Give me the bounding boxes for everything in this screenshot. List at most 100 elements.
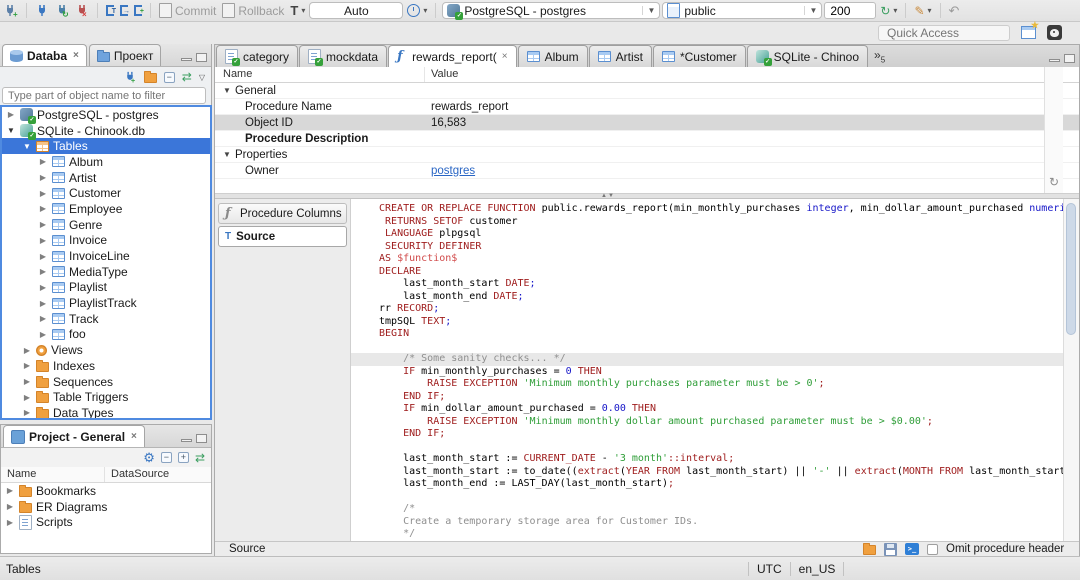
sql-editor-new-button[interactable]: +: [132, 1, 144, 21]
new-connection-icon[interactable]: +: [123, 71, 137, 84]
tree-item-album[interactable]: ▶ Album: [2, 154, 210, 170]
chevron-right-icon[interactable]: ▶: [38, 173, 48, 182]
tree-item-scripts[interactable]: ▶ Scripts: [1, 514, 211, 530]
tab-rewards-report[interactable]: ƒ rewards_report(×: [388, 45, 517, 67]
tab-sqlite-chinook[interactable]: ✓ SQLite - Chinoo: [746, 45, 869, 67]
tree-item-sequences[interactable]: ▶ Sequences: [2, 374, 210, 390]
compare-pen-button[interactable]: ✎ ▾: [912, 1, 933, 21]
console-icon[interactable]: >_: [905, 543, 919, 555]
tree-item-tables[interactable]: ▼ Tables: [2, 138, 210, 155]
chevron-right-icon[interactable]: ▶: [22, 346, 32, 355]
omit-header-checkbox[interactable]: [927, 543, 938, 555]
tree-item-data-types[interactable]: ▶ Data Types: [2, 405, 210, 418]
property-row-procedure-name[interactable]: Procedure Name rewards_report: [215, 99, 1079, 115]
transaction-log-button[interactable]: T ▾: [288, 1, 307, 21]
fetch-size-input[interactable]: [824, 2, 877, 19]
chevron-right-icon[interactable]: ▶: [38, 189, 48, 198]
status-locale[interactable]: en_US: [799, 562, 836, 576]
chevron-down-icon[interactable]: ▼: [22, 142, 32, 151]
link-with-editor-icon[interactable]: ⇄: [195, 451, 205, 465]
chevron-right-icon[interactable]: ▶: [38, 267, 48, 276]
sql-editor-button[interactable]: T: [104, 1, 116, 21]
view-menu-icon[interactable]: ▽: [199, 73, 205, 82]
save-icon[interactable]: [884, 542, 897, 556]
tree-item-track[interactable]: ▶ Track: [2, 311, 210, 327]
chevron-right-icon[interactable]: ▶: [38, 330, 48, 339]
refresh-button[interactable]: ↻ ▾: [878, 1, 899, 21]
tree-item-bookmarks[interactable]: ▶ Bookmarks: [1, 483, 211, 499]
scrollbar-thumb[interactable]: [1066, 203, 1076, 335]
chevron-right-icon[interactable]: ▶: [38, 283, 48, 292]
expand-all-icon[interactable]: +: [177, 452, 189, 463]
link-with-editor-icon[interactable]: ⇄: [182, 70, 192, 84]
tree-item-postgresql[interactable]: ▶ ✓ PostgreSQL - postgres: [2, 107, 210, 125]
collapse-all-icon[interactable]: −: [163, 71, 175, 83]
tree-item-foo[interactable]: ▶ foo: [2, 327, 210, 343]
undo-button[interactable]: ↶: [947, 1, 962, 21]
property-row-properties[interactable]: ▼ Properties: [215, 147, 1079, 163]
chevron-right-icon[interactable]: ▶: [38, 157, 48, 166]
chevron-right-icon[interactable]: ▶: [22, 361, 32, 370]
connection-combo[interactable]: ✓ PostgreSQL - postgres ▼: [442, 2, 661, 20]
minimize-button[interactable]: [181, 439, 192, 442]
maximize-button[interactable]: [196, 53, 207, 62]
transaction-history-button[interactable]: ▾: [405, 1, 429, 21]
collapse-all-icon[interactable]: −: [160, 452, 172, 463]
source-scrollbar[interactable]: [1063, 199, 1079, 541]
new-connection-button[interactable]: +: [2, 1, 20, 21]
tab-overflow-button[interactable]: »5: [868, 48, 889, 67]
owner-link[interactable]: postgres: [431, 165, 475, 177]
chevron-right-icon[interactable]: ▶: [38, 204, 48, 213]
tab-projects[interactable]: Проект: [88, 44, 162, 66]
tree-item-views[interactable]: ▶ Views: [2, 342, 210, 358]
connect-button[interactable]: [33, 1, 51, 21]
maximize-button[interactable]: [1064, 54, 1075, 63]
chevron-right-icon[interactable]: ▶: [38, 220, 48, 229]
gear-icon[interactable]: ⚙: [143, 450, 155, 466]
status-timezone[interactable]: UTC: [757, 562, 782, 576]
tab-album[interactable]: Album: [517, 45, 588, 67]
minimize-button[interactable]: [181, 58, 192, 61]
close-icon[interactable]: ×: [73, 50, 79, 61]
tree-item-sqlite[interactable]: ▼ ✓ SQLite - Chinook.db: [2, 123, 210, 141]
chevron-right-icon[interactable]: ▶: [22, 393, 32, 402]
chevron-down-icon[interactable]: ▼: [6, 126, 16, 135]
tab-source[interactable]: T Source: [218, 226, 347, 247]
chevron-right-icon[interactable]: ▶: [38, 236, 48, 245]
chevron-right-icon[interactable]: ▶: [5, 518, 15, 527]
tree-item-genre[interactable]: ▶ Genre: [2, 217, 210, 233]
open-file-icon[interactable]: [863, 543, 876, 555]
column-name[interactable]: Name: [215, 67, 425, 82]
commit-button[interactable]: Commit: [157, 1, 218, 21]
chevron-down-icon[interactable]: ▼: [223, 86, 231, 95]
rollback-button[interactable]: Rollback: [220, 1, 286, 21]
tab-project-general[interactable]: Project - General ×: [3, 425, 145, 447]
refresh-icon[interactable]: ↻: [1049, 175, 1059, 189]
chevron-down-icon[interactable]: ▼: [223, 150, 231, 159]
database-perspective-button[interactable]: ★: [1021, 21, 1039, 40]
tab-customer[interactable]: *Customer: [652, 45, 746, 67]
tree-item-invoice[interactable]: ▶ Invoice: [2, 233, 210, 249]
minimize-button[interactable]: [1049, 59, 1060, 62]
tree-item-customer[interactable]: ▶ Customer: [2, 185, 210, 201]
chevron-right-icon[interactable]: ▶: [22, 408, 32, 417]
column-datasource[interactable]: DataSource: [105, 467, 169, 482]
footer-source-tab[interactable]: Source: [215, 543, 265, 555]
chevron-right-icon[interactable]: ▶: [5, 486, 15, 495]
quick-access-input[interactable]: [878, 25, 1010, 41]
tree-item-mediatype[interactable]: ▶ MediaType: [2, 264, 210, 280]
tab-database-navigator[interactable]: Databa ×: [2, 44, 87, 66]
reconnect-button[interactable]: ↻: [53, 1, 71, 21]
property-row-owner[interactable]: Owner postgres: [215, 163, 1079, 179]
chevron-right-icon[interactable]: ▶: [5, 502, 15, 511]
tree-item-playlist[interactable]: ▶ Playlist: [2, 280, 210, 296]
close-icon[interactable]: ×: [131, 431, 137, 442]
property-row-general[interactable]: ▼ General: [215, 83, 1079, 99]
close-icon[interactable]: ×: [502, 51, 508, 62]
column-name[interactable]: Name: [1, 467, 105, 482]
sql-source-editor[interactable]: CREATE OR REPLACE FUNCTION public.reward…: [351, 199, 1063, 541]
tab-mockdata[interactable]: ✓ mockdata: [299, 45, 388, 67]
sql-editor-open-button[interactable]: →: [118, 1, 130, 21]
tree-item-employee[interactable]: ▶ Employee: [2, 201, 210, 217]
transaction-mode-combo[interactable]: Auto: [309, 2, 404, 19]
